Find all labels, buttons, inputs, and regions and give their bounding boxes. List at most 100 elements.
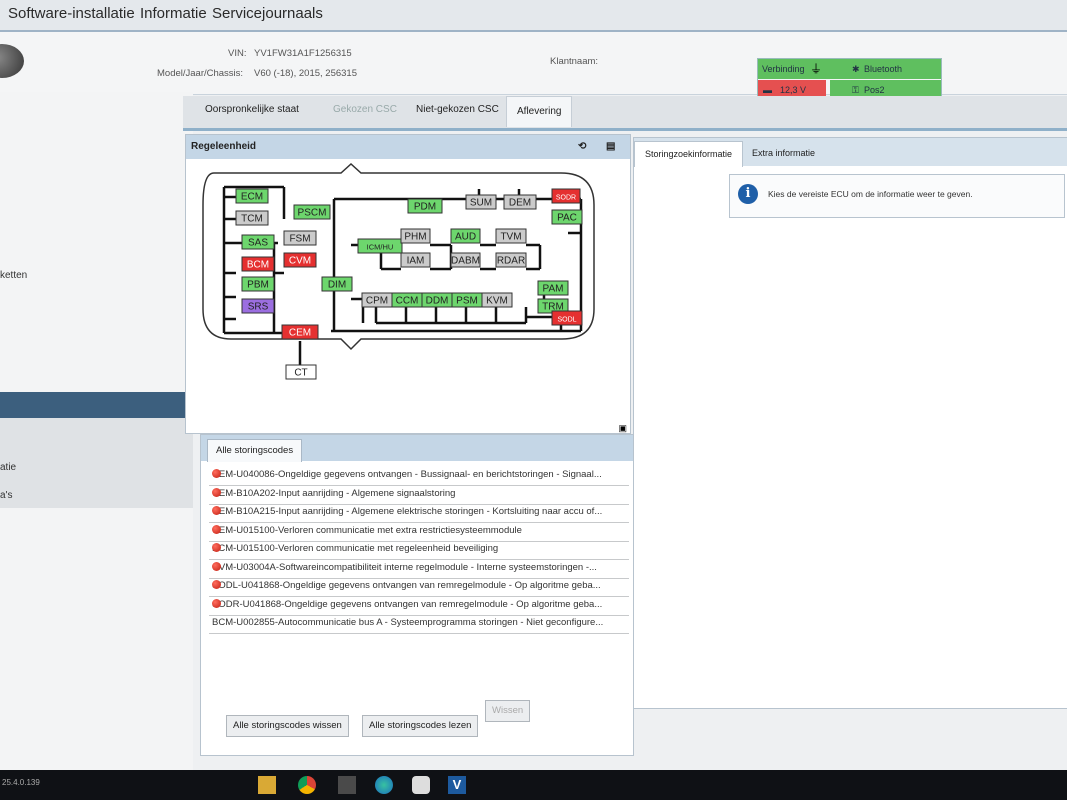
ecu-label: PHM (404, 232, 426, 243)
ecu-node-phm[interactable]: PHM (400, 228, 431, 244)
ecu-node-tvm[interactable]: TVM (495, 228, 527, 244)
dtc-text: BCM-U002855-Autocommunicatie bus A - Sys… (212, 617, 604, 628)
customer-label: Klantnaam: (550, 56, 599, 67)
ecu-panel-header: Regeleenheid ⟲ ▤ (186, 135, 630, 159)
dtc-text: BCM-U015100-Verloren communicatie met re… (212, 543, 499, 554)
media-icon[interactable] (412, 776, 430, 794)
ecu-node-iam[interactable]: IAM (400, 252, 431, 268)
ecu-label: CEM (289, 328, 311, 339)
ecu-label: TVM (500, 232, 521, 243)
ecu-node-pscm[interactable]: PSCM (293, 204, 331, 220)
tab-extra-informatie[interactable]: Extra informatie (742, 141, 825, 166)
ecu-node-sodl[interactable]: SODL (551, 310, 583, 326)
vida-icon[interactable]: V (448, 776, 466, 794)
dtc-text: CEM-B10A202-Input aanrijding - Algemene … (212, 487, 456, 499)
ecu-node-ccm[interactable]: CCM (391, 292, 423, 308)
sidebar-item-fragment-1[interactable]: ketten (0, 270, 27, 281)
ecu-network-diagram: ECM TCM PSCM PDM SUM DEM SODR PAC SAS FSM ICM/HU PH… (202, 162, 595, 380)
dtc-panel-header: Alle storingscodes ▣ (201, 423, 633, 462)
list-icon[interactable]: ▤ (606, 141, 615, 152)
sidebar-item-fragment-3[interactable]: a's (0, 490, 12, 501)
ecu-node-pam[interactable]: PAM (537, 280, 569, 296)
ecu-node-ecm[interactable]: ECM (235, 188, 269, 204)
status-dot-icon (212, 506, 221, 515)
ecu-label: CT (294, 368, 307, 379)
dtc-text: CEM-B10A215-Input aanrijding - Algemene … (212, 506, 603, 517)
ecu-node-dabm[interactable]: DABM (450, 252, 481, 268)
ecu-label: PSM (456, 296, 478, 307)
tab-alle-storingscodes[interactable]: Alle storingscodes (207, 439, 303, 462)
ecu-label: FSM (289, 234, 310, 245)
ecu-label: SODL (557, 317, 576, 324)
tab-gekozen-csc[interactable]: Gekozen CSC (333, 104, 397, 115)
taskbar: 25.4.0.139 V (0, 770, 1067, 800)
ecu-label: SODR (556, 195, 576, 202)
info-message: i Kies de vereiste ECU om de informatie … (729, 174, 1065, 218)
plug-icon: ⏚ (810, 62, 823, 76)
ecu-label: PAM (543, 284, 564, 295)
ecu-node-cpm[interactable]: CPM (361, 292, 393, 308)
car-logo-icon (0, 44, 24, 78)
ecu-node-aud[interactable]: AUD (450, 228, 481, 244)
menu-informatie[interactable]: Informatie (140, 5, 207, 22)
ecu-panel-title: Regeleenheid (191, 141, 257, 152)
status-dot-icon (212, 543, 221, 552)
dtc-text: CEM-U015100-Verloren communicatie met ex… (212, 524, 522, 536)
dtc-text: CVM-U03004A-Softwareincompatibiliteit in… (212, 561, 597, 573)
version-label: 25.4.0.139 (2, 778, 40, 787)
ecu-node-sum[interactable]: SUM (465, 194, 497, 210)
ecu-node-pdm[interactable]: PDM (407, 198, 443, 214)
read-all-codes-button[interactable]: Alle storingscodes lezen (362, 715, 479, 737)
tab-storingzoekinformatie[interactable]: Storingzoekinformatie (634, 141, 744, 167)
status-dot-icon (212, 561, 221, 571)
history-icon[interactable]: ⟲ (578, 141, 586, 152)
clear-button[interactable]: Wissen (485, 700, 531, 722)
ecu-label: IAM (407, 256, 425, 267)
ecu-node-tcm[interactable]: TCM (235, 210, 269, 226)
ecu-node-dim[interactable]: DIM (321, 276, 353, 292)
app-window: Software-installatie Informatie Servicej… (0, 0, 1067, 770)
ecu-node-ddm[interactable]: DDM (421, 292, 453, 308)
edge-icon[interactable] (375, 776, 393, 794)
dtc-row[interactable]: BCM-U002855-Autocommunicatie bus A - Sys… (209, 613, 629, 634)
ecu-node-icm-hu[interactable]: ICM/HU (357, 238, 403, 254)
ecu-label: DEM (509, 198, 531, 209)
ecu-node-psm[interactable]: PSM (451, 292, 483, 308)
folder-icon[interactable] (258, 776, 276, 794)
ecu-label: ICM/HU (367, 243, 394, 252)
ecu-label: DIM (328, 280, 346, 291)
ecu-node-dem[interactable]: DEM (503, 194, 537, 210)
ecu-node-sas[interactable]: SAS (241, 234, 275, 250)
sidebar-item-fragment-2[interactable]: atie (0, 462, 16, 473)
ecu-node-pbm[interactable]: PBM (241, 276, 275, 292)
left-sidebar: ketten atie a's (0, 92, 193, 770)
export-icon[interactable]: ▣ (618, 423, 627, 434)
menu-servicejournaals[interactable]: Servicejournaals (212, 5, 323, 22)
dtc-text: SODR-U041868-Ongeldige gegevens ontvange… (212, 598, 603, 610)
ecu-node-ct[interactable]: CT (285, 364, 317, 380)
ecu-label: CCM (396, 296, 419, 307)
ecu-node-pac[interactable]: PAC (551, 209, 583, 225)
bluetooth-status: ✱ Bluetooth (830, 59, 941, 79)
ecu-node-bcm[interactable]: BCM (241, 256, 275, 272)
dtc-panel: Alle storingscodes ▣ CEM-U040086-Ongeldi… (200, 423, 634, 756)
clear-all-codes-button[interactable]: Alle storingscodes wissen (226, 715, 349, 737)
ecu-node-kvm[interactable]: KVM (481, 292, 513, 308)
ecu-node-fsm[interactable]: FSM (283, 230, 317, 246)
menu-software-installatie[interactable]: Software-installatie (8, 5, 135, 22)
ecu-node-srs[interactable]: SRS (241, 298, 275, 314)
ecu-label: SRS (248, 302, 269, 313)
sidebar-selected-item[interactable] (0, 392, 193, 418)
bluetooth-icon: ✱ (852, 64, 860, 74)
ecu-node-sodr[interactable]: SODR (551, 188, 581, 204)
ecu-node-rdar[interactable]: RDAR (495, 252, 527, 268)
tab-aflevering[interactable]: Aflevering (506, 96, 573, 127)
info-text: Kies de vereiste ECU om de informatie we… (768, 189, 973, 199)
calculator-icon[interactable] (338, 776, 356, 794)
ecu-node-cvm[interactable]: CVM (283, 252, 317, 268)
chrome-icon[interactable] (298, 776, 316, 794)
ecu-node-cem[interactable]: CEM (281, 324, 319, 340)
tab-niet-gekozen-csc[interactable]: Niet-gekozen CSC (416, 104, 499, 115)
tab-oorspronkelijke-staat[interactable]: Oorspronkelijke staat (205, 104, 299, 115)
ecu-label: BCM (247, 260, 269, 271)
